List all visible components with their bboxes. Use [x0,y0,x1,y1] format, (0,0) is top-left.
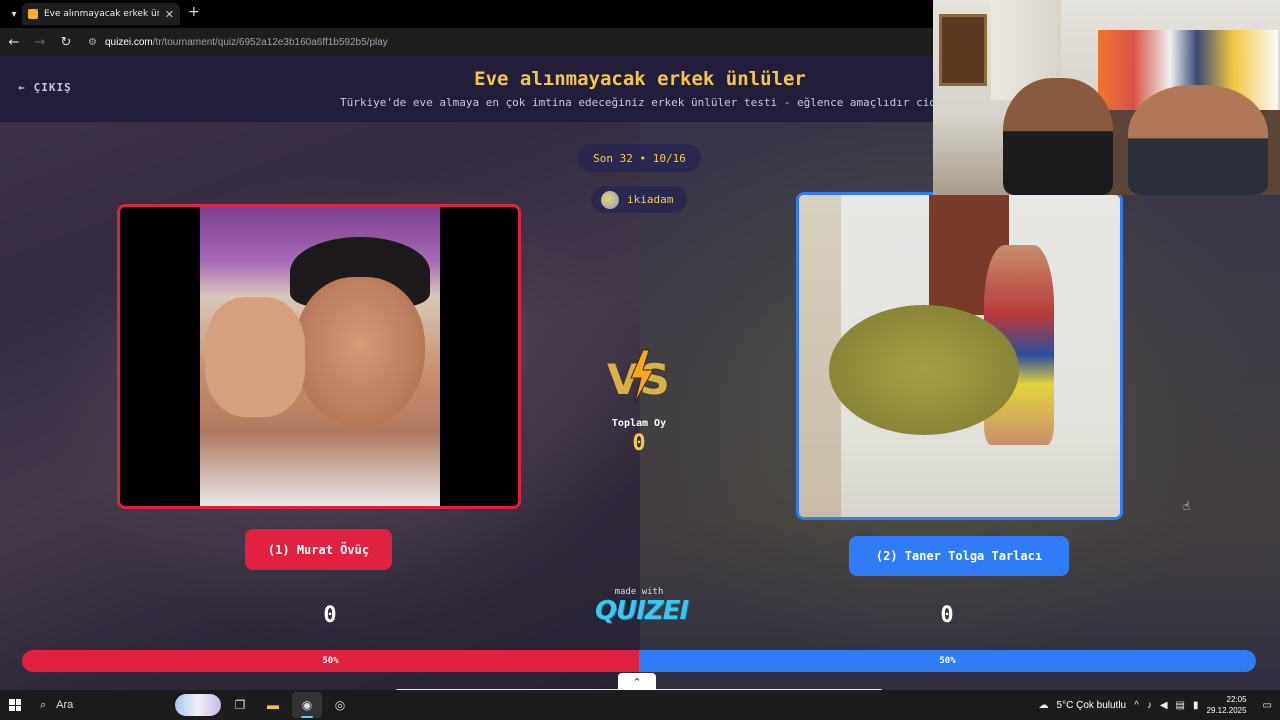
webcam-overlay [933,0,1280,195]
browser-tab[interactable]: Eve alınmayacak erkek ünlüler ✕ [22,3,180,25]
user-badge: ikiadam [591,186,687,213]
quizei-logo: QUIZEI [595,596,689,626]
chevron-up-tray-icon[interactable]: ^ [1134,700,1139,711]
speaker-icon[interactable]: ◀ [1160,700,1168,711]
weather-icon[interactable]: ☁ [1039,700,1049,711]
url-host: quizei.com [104,36,153,48]
start-button[interactable] [0,690,30,720]
right-contestant-card[interactable] [796,192,1123,520]
windows-taskbar: ⌕ Ara ❐ ▬ ◉ ◎ ☁ 5°C Çok bulutlu ^ ♪ ◀ ▤ … [0,690,1280,720]
arrow-left-icon: ← [18,81,26,94]
new-tab-plus-icon[interactable]: + [188,4,200,20]
reload-icon[interactable]: ↻ [54,35,78,50]
tab-favicon-icon [28,9,38,19]
windows-logo-icon [9,699,21,711]
tab-close-icon[interactable]: ✕ [165,8,174,21]
vote-share-bar: 50% 50% [22,650,1256,672]
search-icon: ⌕ [40,698,47,711]
screen: ▾ Eve alınmayacak erkek ünlüler ✕ + ← → … [0,0,1280,720]
quiz-title: Eve alınmayacak erkek ünlüler [474,68,806,90]
task-view-icon[interactable]: ❐ [230,695,250,715]
left-contestant-card[interactable] [117,204,521,509]
mouse-cursor-icon: ☝ [1183,499,1191,513]
system-tray: ☁ 5°C Çok bulutlu ^ ♪ ◀ ▤ ▮ 22:05 29.12.… [1039,690,1280,720]
quiz-subtitle: Türkiye'de eve almaya en çok imtina edec… [340,96,940,109]
site-info-icon[interactable]: ⚙ [88,37,97,48]
back-arrow-icon[interactable]: ← [2,35,26,50]
url-path: /tr/tournament/quiz/6952a12e3b160a6ff1b5… [152,36,388,48]
username: ikiadam [627,193,674,206]
recorder-icon[interactable]: ◎ [330,695,350,715]
right-share-bar: 50% [639,650,1256,672]
clock-time: 22:05 [1226,695,1247,704]
vs-lightning-icon: VS [607,349,670,404]
tab-title: Eve alınmayacak erkek ünlüler [44,9,159,19]
right-contestant-name-button[interactable]: (2) Taner Tolga Tarlacı [849,536,1069,576]
microphone-icon[interactable]: ♪ [1147,700,1152,711]
left-contestant-name-button[interactable]: (1) Murat Övüç [245,529,392,570]
right-vote-count: 0 [940,603,954,628]
left-vote-count: 0 [323,603,337,628]
exit-button[interactable]: ← ÇIKIŞ [18,81,72,94]
chevron-up-icon[interactable]: ⌃ [618,673,656,690]
left-contestant-photo [200,207,440,506]
exit-label: ÇIKIŞ [33,81,72,94]
file-explorer-icon[interactable]: ▬ [263,695,283,715]
network-icon[interactable]: ▤ [1176,700,1185,711]
clock[interactable]: 22:05 29.12.2025 [1207,694,1247,716]
notifications-icon[interactable]: ▭ [1263,700,1272,711]
url-field[interactable]: quizei.com/tr/tournament/quiz/6952a12e3b… [105,37,388,48]
search-highlight-image[interactable] [175,694,221,716]
total-votes-label: Toplam Oy [611,418,667,429]
chrome-icon: ◉ [301,698,313,712]
right-contestant-photo [799,195,1120,517]
battery-icon[interactable]: ▮ [1193,700,1199,711]
search-placeholder: Ara [56,699,74,711]
avatar [601,190,619,209]
left-share-bar: 50% [22,650,639,672]
total-votes-value: 0 [632,431,646,456]
clock-date: 29.12.2025 [1206,706,1247,715]
round-badge: Son 32 • 10/16 [578,144,701,172]
forward-arrow-icon[interactable]: → [28,35,52,50]
weather-text[interactable]: 5°C Çok bulutlu [1057,700,1127,711]
